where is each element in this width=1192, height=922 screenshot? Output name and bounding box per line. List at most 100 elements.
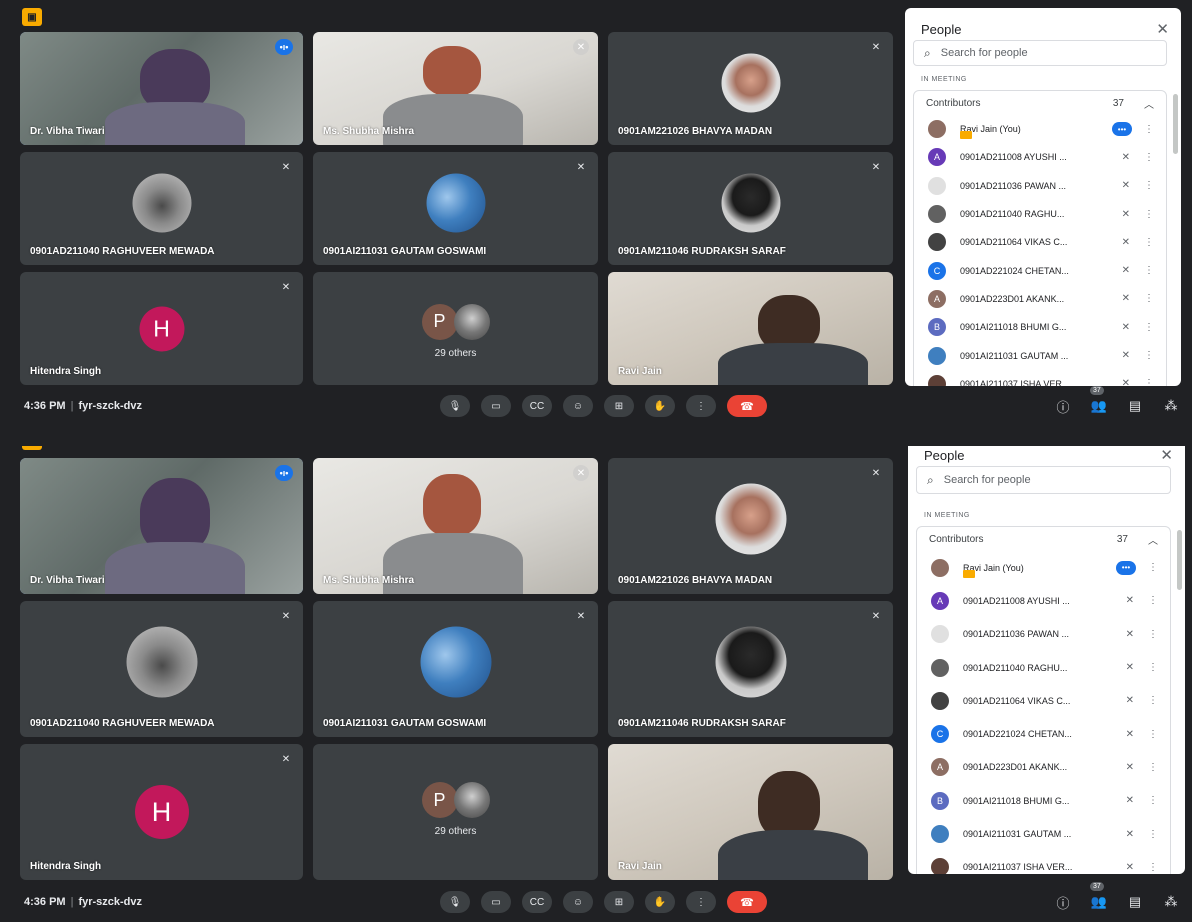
participant-row[interactable]: B 0901AI211018 BHUMI G... ✕ ⋮: [914, 313, 1166, 341]
more-vert-icon[interactable]: ⋮: [1144, 124, 1154, 135]
close-icon[interactable]: ✕: [1160, 446, 1173, 464]
participant-tile[interactable]: ✕ 0901AM221026 BHAVYA MADAN: [608, 32, 893, 145]
participant-tile[interactable]: ✕ 0901AD211040 RAGHUVEER MEWADA: [20, 601, 303, 737]
present-button[interactable]: ⊞: [604, 891, 634, 913]
search-people-input[interactable]: ⌕ Search for people: [913, 40, 1167, 66]
participant-avatar: [132, 173, 191, 233]
more-options-button[interactable]: ⋮: [686, 891, 716, 913]
more-actions-icon[interactable]: •••: [1116, 560, 1136, 575]
info-icon[interactable]: ⓘ: [1054, 893, 1072, 911]
participant-tile[interactable]: Ravi Jain: [608, 744, 893, 880]
captions-button[interactable]: CC: [522, 891, 552, 913]
participant-row[interactable]: Ravi Jain (You) ••• ⋮: [914, 115, 1166, 143]
more-vert-icon[interactable]: ⋮: [1144, 293, 1154, 304]
others-label: 29 others: [434, 347, 477, 359]
participant-row[interactable]: A 0901AD223D01 AKANK... ✕ ⋮: [914, 285, 1166, 313]
participant-row[interactable]: A 0901AD211008 AYUSHI ... ✕ ⋮: [917, 584, 1170, 617]
activities-icon[interactable]: ⁂: [1162, 893, 1180, 911]
leave-call-button[interactable]: ☎: [727, 891, 767, 913]
people-icon[interactable]: 👥 37: [1090, 386, 1108, 415]
more-vert-icon[interactable]: ⋮: [1144, 209, 1154, 220]
participant-row[interactable]: C 0901AD221024 CHETAN... ✕ ⋮: [917, 717, 1170, 750]
raise-hand-button[interactable]: ✋: [645, 395, 675, 417]
captions-button[interactable]: CC: [522, 395, 552, 417]
more-vert-icon[interactable]: ⋮: [1148, 795, 1158, 806]
participant-tile[interactable]: ✕ 0901AD211040 RAGHUVEER MEWADA: [20, 152, 303, 265]
more-vert-icon[interactable]: ⋮: [1148, 695, 1158, 706]
emoji-button[interactable]: ☺: [563, 891, 593, 913]
participant-row[interactable]: 0901AI211037 ISHA VER... ✕ ⋮: [914, 370, 1166, 386]
participant-tile[interactable]: ✕ 0901AI211031 GAUTAM GOSWAMI: [313, 601, 598, 737]
participant-tile[interactable]: H ✕ Hitendra Singh: [20, 272, 303, 385]
participant-name: Hitendra Singh: [30, 861, 102, 872]
participant-tile[interactable]: Ravi Jain: [608, 272, 893, 385]
participant-row[interactable]: 0901AD211040 RAGHU... ✕ ⋮: [917, 651, 1170, 684]
more-vert-icon[interactable]: ⋮: [1148, 829, 1158, 840]
participant-row[interactable]: 0901AD211036 PAWAN ... ✕ ⋮: [917, 618, 1170, 651]
participant-row[interactable]: 0901AD211064 VIKAS C... ✕ ⋮: [914, 228, 1166, 256]
recording-icon: ▣: [22, 8, 42, 26]
contributors-header[interactable]: Contributors 37 ︿: [914, 91, 1166, 115]
more-vert-icon[interactable]: ⋮: [1148, 562, 1158, 573]
participant-tile[interactable]: •ı• Dr. Vibha Tiwari: [20, 458, 303, 594]
more-vert-icon[interactable]: ⋮: [1144, 180, 1154, 191]
participant-tile[interactable]: H ✕ Hitendra Singh: [20, 744, 303, 880]
participant-row[interactable]: A 0901AD211008 AYUSHI ... ✕ ⋮: [914, 143, 1166, 171]
participant-row[interactable]: A 0901AD223D01 AKANK... ✕ ⋮: [917, 751, 1170, 784]
panel-scrollbar[interactable]: [1177, 530, 1182, 590]
participant-tile[interactable]: P 29 others: [313, 744, 598, 880]
contributors-group: Contributors 37 ︿ Ravi Jain (You) ••• ⋮ A 0901A…: [916, 526, 1171, 874]
participant-row[interactable]: 0901AI211031 GAUTAM ... ✕ ⋮: [914, 341, 1166, 369]
participant-tile[interactable]: ✕ Ms. Shubha Mishra: [313, 458, 598, 594]
mic-off-icon: ✕: [1125, 695, 1134, 707]
emoji-button[interactable]: ☺: [563, 395, 593, 417]
chat-icon[interactable]: ▤: [1126, 397, 1144, 415]
more-vert-icon[interactable]: ⋮: [1148, 762, 1158, 773]
people-icon[interactable]: 👥 37: [1090, 882, 1108, 911]
participant-row[interactable]: 0901AD211036 PAWAN ... ✕ ⋮: [914, 172, 1166, 200]
activities-icon[interactable]: ⁂: [1162, 397, 1180, 415]
more-options-button[interactable]: ⋮: [686, 395, 716, 417]
participant-tile[interactable]: ✕ 0901AM221026 BHAVYA MADAN: [608, 458, 893, 594]
participant-row[interactable]: C 0901AD221024 CHETAN... ✕ ⋮: [914, 256, 1166, 284]
close-icon[interactable]: ✕: [1156, 20, 1169, 38]
participant-row[interactable]: Ravi Jain (You) ••• ⋮: [917, 551, 1170, 584]
participant-tile[interactable]: ✕ Ms. Shubha Mishra: [313, 32, 598, 145]
panel-scrollbar[interactable]: [1173, 94, 1178, 154]
more-vert-icon[interactable]: ⋮: [1144, 350, 1154, 361]
participant-row[interactable]: 0901AI211031 GAUTAM ... ✕ ⋮: [917, 817, 1170, 850]
more-vert-icon[interactable]: ⋮: [1144, 265, 1154, 276]
contributors-header[interactable]: Contributors 37 ︿: [917, 527, 1170, 551]
participant-tile[interactable]: •ı• Dr. Vibha Tiwari: [20, 32, 303, 145]
more-vert-icon[interactable]: ⋮: [1144, 237, 1154, 248]
participant-avatar: [931, 691, 949, 710]
more-actions-icon[interactable]: •••: [1112, 122, 1132, 137]
leave-call-button[interactable]: ☎: [727, 395, 767, 417]
participant-row[interactable]: 0901AI211037 ISHA VER... ✕ ⋮: [917, 851, 1170, 874]
participant-tile[interactable]: ✕ 0901AM211046 RUDRAKSH SARAF: [608, 601, 893, 737]
microphone-button[interactable]: 🎙: [440, 891, 470, 913]
participant-tile[interactable]: ✕ 0901AI211031 GAUTAM GOSWAMI: [313, 152, 598, 265]
info-icon[interactable]: ⓘ: [1054, 397, 1072, 415]
chat-icon[interactable]: ▤: [1126, 893, 1144, 911]
more-vert-icon[interactable]: ⋮: [1144, 378, 1154, 386]
present-button[interactable]: ⊞: [604, 395, 634, 417]
more-vert-icon[interactable]: ⋮: [1144, 152, 1154, 163]
more-vert-icon[interactable]: ⋮: [1148, 629, 1158, 640]
more-vert-icon[interactable]: ⋮: [1148, 862, 1158, 873]
raise-hand-button[interactable]: ✋: [645, 891, 675, 913]
participant-tile[interactable]: ✕ 0901AM211046 RUDRAKSH SARAF: [608, 152, 893, 265]
more-vert-icon[interactable]: ⋮: [1148, 662, 1158, 673]
more-vert-icon[interactable]: ⋮: [1144, 322, 1154, 333]
participant-row[interactable]: B 0901AI211018 BHUMI G... ✕ ⋮: [917, 784, 1170, 817]
camera-button[interactable]: ▭: [481, 395, 511, 417]
more-vert-icon[interactable]: ⋮: [1148, 595, 1158, 606]
microphone-button[interactable]: 🎙: [440, 395, 470, 417]
more-vert-icon[interactable]: ⋮: [1148, 729, 1158, 740]
participant-tile[interactable]: P 29 others: [313, 272, 598, 385]
camera-button[interactable]: ▭: [481, 891, 511, 913]
search-people-input[interactable]: ⌕ Search for people: [916, 466, 1171, 494]
participant-row[interactable]: 0901AD211040 RAGHU... ✕ ⋮: [914, 200, 1166, 228]
participant-name: 0901AD211040 RAGHU...: [960, 209, 1065, 220]
participant-row[interactable]: 0901AD211064 VIKAS C... ✕ ⋮: [917, 684, 1170, 717]
